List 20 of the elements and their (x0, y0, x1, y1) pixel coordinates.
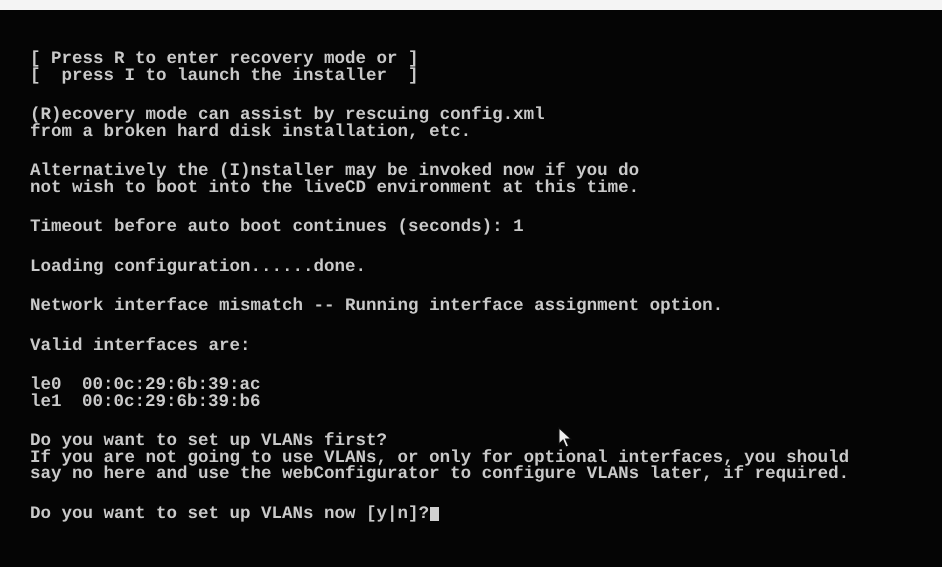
mouse-pointer-icon (558, 427, 572, 449)
text-cursor (430, 506, 440, 521)
mac-address: 00:0c:29:6b:39:ac (82, 377, 261, 394)
interface-name: le1 (30, 394, 62, 410)
console-line: [ press I to launch the installer ] (30, 68, 419, 84)
console-line: If you are not going to use VLANs, or only for optional interfaces, you should (30, 450, 850, 466)
console-line: Loading configuration......done. (30, 258, 366, 275)
console-line: say no here and use the webConfigurator to configure VLANs later, if required. (30, 466, 850, 482)
console-line: Alternatively the (I)nstaller may be invoked now if you do (30, 163, 640, 180)
console-line: [ Press R to enter recovery mode or ] (30, 51, 419, 68)
prompt-text: Do you want to set up VLANs now [y|n]? (30, 506, 430, 522)
console-line: (R)ecovery mode can assist by rescuing config.xml (30, 107, 545, 124)
console-line: from a broken hard disk installation, etc. (30, 124, 472, 140)
console-line: Network interface mismatch -- Running interface assignment option. (30, 298, 724, 314)
console-line: Do you want to set up VLANs first? (30, 433, 388, 450)
interface-name: le0 (30, 377, 62, 394)
console-line: not wish to boot into the liveCD environment at this time. (30, 180, 640, 196)
console-line: Valid interfaces are: (30, 338, 251, 354)
console-line: Timeout before auto boot continues (seconds): 1 (30, 219, 524, 236)
mac-address: 00:0c:29:6b:39:b6 (82, 394, 261, 410)
